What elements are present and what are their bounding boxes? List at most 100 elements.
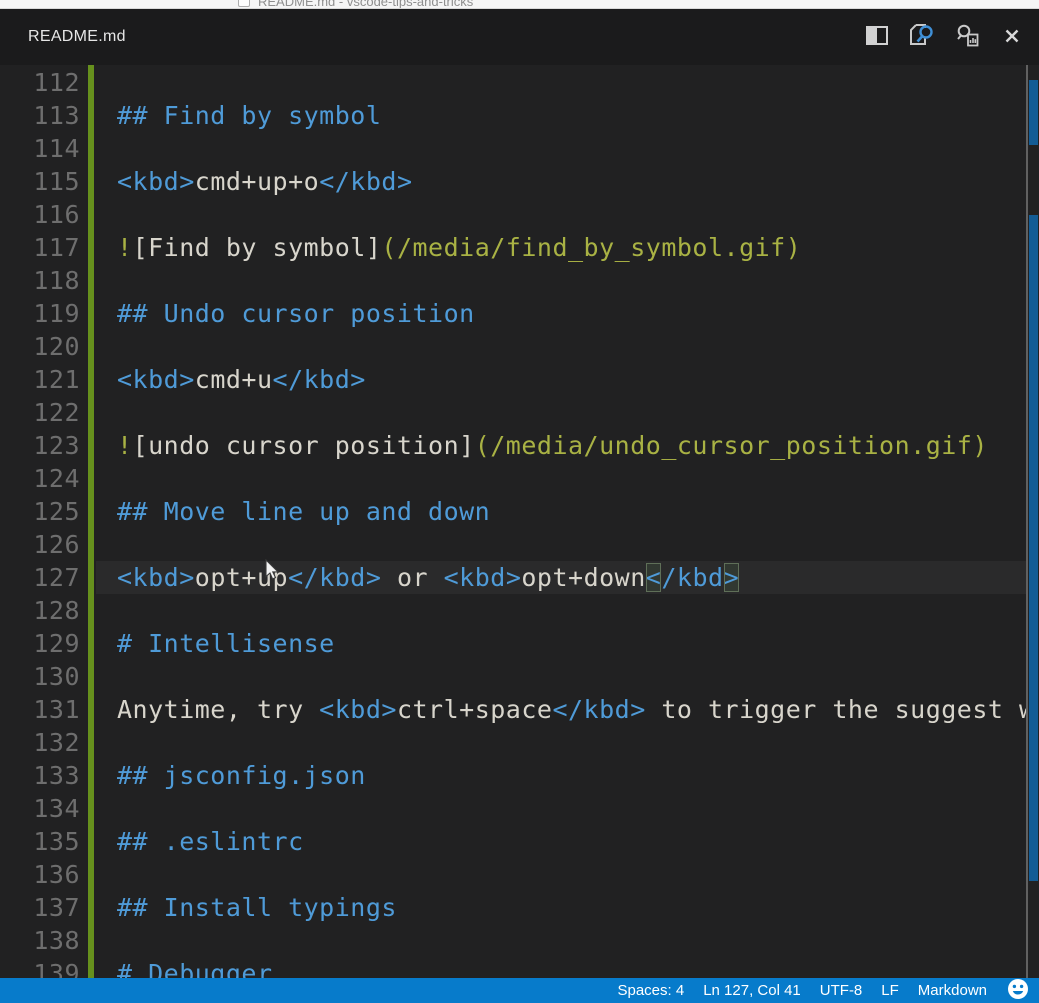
code-line-136[interactable]: 136	[0, 858, 1039, 891]
editor-right-border	[1026, 65, 1028, 978]
split-editor-icon	[866, 26, 888, 48]
git-gutter-added-indicator	[88, 65, 94, 978]
line-number: 128	[0, 594, 80, 627]
code-line-139[interactable]: 139# Debugger	[0, 957, 1039, 978]
code-text: ## Move line up and down	[80, 495, 1026, 528]
line-number: 117	[0, 231, 80, 264]
code-text: Anytime, try <kbd>ctrl+space</kbd> to tr…	[80, 693, 1026, 726]
line-number: 130	[0, 660, 80, 693]
status-language-mode[interactable]: Markdown	[918, 982, 987, 999]
code-line-131[interactable]: 131Anytime, try <kbd>ctrl+space</kbd> to…	[0, 693, 1039, 726]
line-number: 120	[0, 330, 80, 363]
line-number: 121	[0, 363, 80, 396]
overview-decoration-bar	[1029, 80, 1038, 145]
line-number: 119	[0, 297, 80, 330]
code-text: <kbd>cmd+up+o</kbd>	[80, 165, 1026, 198]
code-line-112[interactable]: 112	[0, 66, 1039, 99]
code-line-120[interactable]: 120	[0, 330, 1039, 363]
line-number: 127	[0, 561, 80, 594]
code-line-125[interactable]: 125## Move line up and down	[0, 495, 1039, 528]
overview-ruler[interactable]	[1026, 65, 1039, 978]
code-text: <kbd>cmd+u</kbd>	[80, 363, 1026, 396]
code-line-116[interactable]: 116	[0, 198, 1039, 231]
code-text: ## Find by symbol	[80, 99, 1026, 132]
line-number: 115	[0, 165, 80, 198]
status-bar: Spaces: 4 Ln 127, Col 41 UTF-8 LF Markdo…	[0, 978, 1039, 1003]
code-text: ## jsconfig.json	[80, 759, 1026, 792]
code-line-118[interactable]: 118	[0, 264, 1039, 297]
feedback-smiley-button[interactable]	[1007, 978, 1029, 1003]
split-editor-button[interactable]	[864, 24, 890, 50]
document-icon	[238, 0, 250, 7]
open-preview-button[interactable]	[909, 24, 935, 50]
vscode-window: README.md - vscode-tips-and-tricks READM…	[0, 0, 1039, 1003]
code-line-122[interactable]: 122	[0, 396, 1039, 429]
smiley-icon	[1007, 978, 1029, 1003]
code-text: # Intellisense	[80, 627, 1026, 660]
code-text: ![undo cursor position](/media/undo_curs…	[80, 429, 1026, 462]
line-number: 135	[0, 825, 80, 858]
open-preview-side-button[interactable]	[954, 24, 980, 50]
code-line-115[interactable]: 115<kbd>cmd+up+o</kbd>	[0, 165, 1039, 198]
code-line-138[interactable]: 138	[0, 924, 1039, 957]
status-eol[interactable]: LF	[881, 982, 899, 999]
close-icon	[1005, 29, 1019, 46]
overview-decoration-bar	[1029, 215, 1038, 881]
tab-title[interactable]: README.md	[28, 28, 126, 46]
code-line-130[interactable]: 130	[0, 660, 1039, 693]
line-number: 122	[0, 396, 80, 429]
code-line-132[interactable]: 132	[0, 726, 1039, 759]
code-line-127[interactable]: 127<kbd>opt+up</kbd> or <kbd>opt+down</k…	[0, 561, 1039, 594]
line-number: 136	[0, 858, 80, 891]
markdown-preview-icon	[910, 24, 934, 50]
line-number: 123	[0, 429, 80, 462]
code-line-114[interactable]: 114	[0, 132, 1039, 165]
line-number: 137	[0, 891, 80, 924]
mouse-cursor-icon	[265, 559, 281, 581]
code-line-128[interactable]: 128	[0, 594, 1039, 627]
status-encoding[interactable]: UTF-8	[820, 982, 863, 999]
code-line-137[interactable]: 137## Install typings	[0, 891, 1039, 924]
line-number: 126	[0, 528, 80, 561]
line-number: 131	[0, 693, 80, 726]
line-number: 139	[0, 957, 80, 978]
status-cursor-position[interactable]: Ln 127, Col 41	[703, 982, 801, 999]
code-line-123[interactable]: 123![undo cursor position](/media/undo_c…	[0, 429, 1039, 462]
macos-titlebar: README.md - vscode-tips-and-tricks	[0, 0, 1039, 9]
code-line-124[interactable]: 124	[0, 462, 1039, 495]
code-line-135[interactable]: 135## .eslintrc	[0, 825, 1039, 858]
window-title: README.md - vscode-tips-and-tricks	[258, 0, 473, 9]
code-line-126[interactable]: 126	[0, 528, 1039, 561]
editor[interactable]: 112113## Find by symbol114115<kbd>cmd+up…	[0, 65, 1039, 978]
line-number: 116	[0, 198, 80, 231]
line-number: 124	[0, 462, 80, 495]
editor-title-bar: README.md	[0, 9, 1039, 65]
code-line-121[interactable]: 121<kbd>cmd+u</kbd>	[0, 363, 1039, 396]
code-text: # Debugger	[80, 957, 1026, 978]
line-number: 118	[0, 264, 80, 297]
status-indentation[interactable]: Spaces: 4	[617, 982, 684, 999]
line-number: 138	[0, 924, 80, 957]
code-line-134[interactable]: 134	[0, 792, 1039, 825]
code-text: ![Find by symbol](/media/find_by_symbol.…	[80, 231, 1026, 264]
line-number: 132	[0, 726, 80, 759]
code-line-119[interactable]: 119## Undo cursor position	[0, 297, 1039, 330]
code-lines: 112113## Find by symbol114115<kbd>cmd+up…	[0, 65, 1039, 978]
line-number: 113	[0, 99, 80, 132]
close-editor-button[interactable]	[999, 24, 1025, 50]
code-text: <kbd>opt+up</kbd> or <kbd>opt+down</kbd>	[80, 561, 1026, 594]
line-number: 133	[0, 759, 80, 792]
code-text: ## Undo cursor position	[80, 297, 1026, 330]
line-number: 134	[0, 792, 80, 825]
line-number: 112	[0, 66, 80, 99]
code-text: ## Install typings	[80, 891, 1026, 924]
editor-actions	[864, 9, 1025, 65]
code-line-133[interactable]: 133## jsconfig.json	[0, 759, 1039, 792]
line-number: 125	[0, 495, 80, 528]
line-number: 129	[0, 627, 80, 660]
code-line-117[interactable]: 117![Find by symbol](/media/find_by_symb…	[0, 231, 1039, 264]
line-number: 114	[0, 132, 80, 165]
code-line-129[interactable]: 129# Intellisense	[0, 627, 1039, 660]
code-line-113[interactable]: 113## Find by symbol	[0, 99, 1039, 132]
preview-side-icon	[956, 24, 979, 50]
